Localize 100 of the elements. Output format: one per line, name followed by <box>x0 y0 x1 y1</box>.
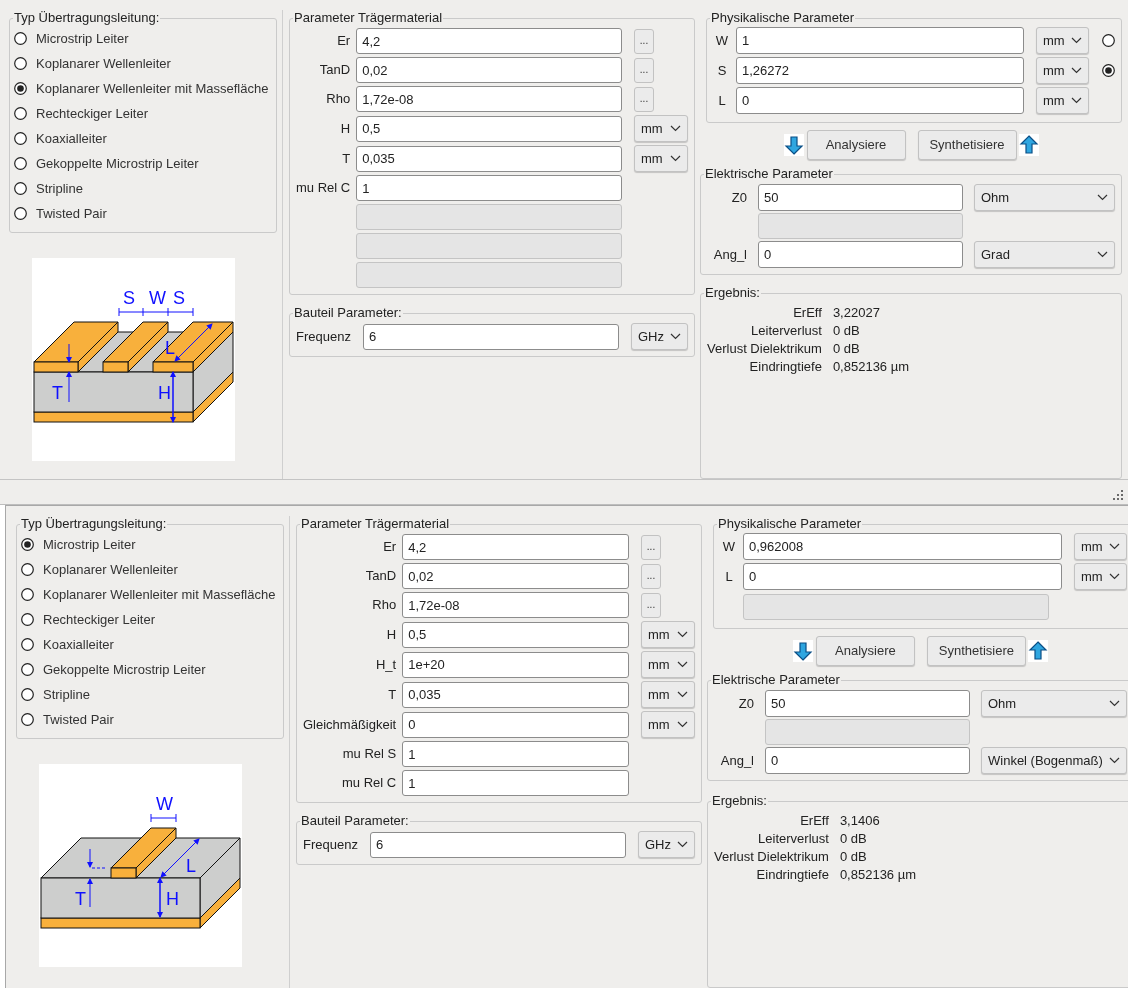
unit-dropdown[interactable]: GHz <box>631 323 688 350</box>
radio-option[interactable]: Microstrip Leiter <box>14 26 270 51</box>
radio-option[interactable]: Twisted Pair <box>21 707 277 732</box>
analyze-button[interactable]: Analysiere <box>806 129 906 160</box>
field-label: Er <box>382 538 397 557</box>
text-field[interactable]: 0 <box>736 87 1024 114</box>
radio-option[interactable]: Stripline <box>14 176 270 201</box>
unit-dropdown[interactable]: Winkel (Bogenmaß) <box>981 747 1127 774</box>
dimension-label: S <box>123 288 135 308</box>
text-field[interactable]: 1 <box>736 27 1024 54</box>
unit-dropdown[interactable]: mm <box>641 651 695 678</box>
unit-dropdown[interactable]: mm <box>641 711 695 738</box>
field-label: W <box>721 537 737 556</box>
more-button[interactable]: ... <box>641 534 661 560</box>
radio-option[interactable]: Microstrip Leiter <box>21 532 277 557</box>
result-label: Leiterverlust <box>757 830 829 848</box>
radio-option[interactable]: Koaxialleiter <box>21 632 277 657</box>
radio-option[interactable]: Gekoppelte Microstrip Leiter <box>21 657 277 682</box>
field-label: Ang_l <box>719 751 754 770</box>
text-field[interactable]: 6 <box>369 831 626 858</box>
unit-dropdown[interactable]: mm <box>1073 563 1127 590</box>
field-label: mu Rel S <box>341 745 397 764</box>
group-title: Physikalische Parameter <box>710 10 856 26</box>
text-field[interactable]: 0,962008 <box>743 533 1062 560</box>
text-field[interactable]: 50 <box>758 184 963 211</box>
text-field[interactable]: 0,035 <box>402 681 629 708</box>
unit-dropdown[interactable]: mm <box>1036 27 1089 54</box>
group-title: Elektrische Parameter <box>704 166 834 182</box>
more-button[interactable]: ... <box>634 57 654 83</box>
more-button[interactable]: ... <box>634 28 654 54</box>
unit-dropdown[interactable]: mm <box>1036 57 1089 84</box>
group-title: Typ Übertragungsleitung: <box>20 516 168 532</box>
result-label: Eindringtiefe <box>755 866 829 884</box>
field-label: Frequenz <box>303 835 358 854</box>
text-field[interactable]: 1 <box>402 770 629 796</box>
text-field[interactable]: 4,2 <box>402 534 629 560</box>
radio-option[interactable]: Koplanarer Wellenleiter mit Massefläche <box>14 76 270 101</box>
group-title: Physikalische Parameter <box>717 516 863 532</box>
radio-option[interactable]: Rechteckiger Leiter <box>21 607 277 632</box>
unit-dropdown[interactable]: mm <box>634 115 688 142</box>
unit-dropdown[interactable]: mm <box>641 681 695 708</box>
text-field[interactable]: 0 <box>402 711 629 738</box>
chevron-down-icon <box>670 155 681 162</box>
text-field[interactable]: 1,72e-08 <box>356 86 622 112</box>
radio-option[interactable]: Stripline <box>21 682 277 707</box>
field-label: H <box>339 119 351 138</box>
text-field[interactable]: 4,2 <box>356 28 622 54</box>
chevron-down-icon <box>670 125 681 132</box>
field-label: H_t <box>374 655 397 674</box>
more-button[interactable]: ... <box>641 563 661 589</box>
unit-dropdown[interactable]: mm <box>1036 87 1089 114</box>
unit-dropdown[interactable]: Ohm <box>974 184 1115 211</box>
text-field[interactable]: 0,02 <box>356 57 622 83</box>
result-value: 0,852136 µm <box>839 866 917 884</box>
radio-option[interactable]: Rechteckiger Leiter <box>14 101 270 126</box>
radio-option[interactable]: Twisted Pair <box>14 201 270 226</box>
chevron-down-icon <box>677 721 688 728</box>
dimension-label: L <box>165 338 175 358</box>
text-field[interactable]: 0,02 <box>402 563 629 589</box>
radio-option[interactable]: Gekoppelte Microstrip Leiter <box>14 151 270 176</box>
field-label: mu Rel C <box>296 179 351 198</box>
text-field[interactable]: 0,035 <box>356 145 622 172</box>
radio-option[interactable]: Koplanarer Wellenleiter mit Massefläche <box>21 582 277 607</box>
unit-dropdown[interactable]: mm <box>1073 533 1127 560</box>
field-label: Er <box>336 32 351 51</box>
text-field[interactable]: 0 <box>743 563 1062 590</box>
unit-dropdown[interactable]: mm <box>641 621 695 648</box>
text-field[interactable]: 6 <box>362 323 619 350</box>
synthesize-button[interactable]: Synthetisiere <box>917 129 1017 160</box>
text-field[interactable]: 0 <box>765 747 970 774</box>
text-field[interactable]: 1 <box>402 741 629 767</box>
unit-dropdown[interactable]: Ohm <box>981 690 1127 717</box>
field-label: H <box>385 625 397 644</box>
text-field[interactable]: 0,5 <box>356 115 622 142</box>
unit-dropdown[interactable]: mm <box>634 145 688 172</box>
chevron-down-icon <box>677 661 688 668</box>
text-field[interactable]: 1,72e-08 <box>402 592 629 618</box>
radio-option[interactable]: Koplanarer Wellenleiter <box>21 557 277 582</box>
analyze-button[interactable]: Analysiere <box>815 635 915 666</box>
text-field[interactable]: 1 <box>356 175 622 201</box>
radio-button[interactable] <box>1102 34 1115 47</box>
radio-option[interactable]: Koaxialleiter <box>14 126 270 151</box>
more-button[interactable]: ... <box>634 86 654 112</box>
text-field[interactable]: 0 <box>758 241 963 268</box>
unit-dropdown[interactable]: Grad <box>974 241 1115 268</box>
chevron-down-icon <box>677 631 688 638</box>
chevron-down-icon <box>1071 97 1082 104</box>
text-field[interactable]: 50 <box>765 690 970 717</box>
radio-option[interactable]: Koplanarer Wellenleiter <box>14 51 270 76</box>
dimension-arrow <box>174 323 213 362</box>
unit-dropdown[interactable]: GHz <box>638 831 695 858</box>
synthesize-button[interactable]: Synthetisiere <box>926 635 1026 666</box>
chevron-down-icon <box>1071 67 1082 74</box>
text-field[interactable]: 1e+20 <box>402 651 629 678</box>
text-field[interactable]: 1,26272 <box>736 57 1024 84</box>
result-value: 0 dB <box>832 322 861 340</box>
chevron-down-icon <box>670 333 681 340</box>
more-button[interactable]: ... <box>641 592 661 618</box>
radio-button[interactable] <box>1102 64 1115 77</box>
text-field[interactable]: 0,5 <box>402 621 629 648</box>
